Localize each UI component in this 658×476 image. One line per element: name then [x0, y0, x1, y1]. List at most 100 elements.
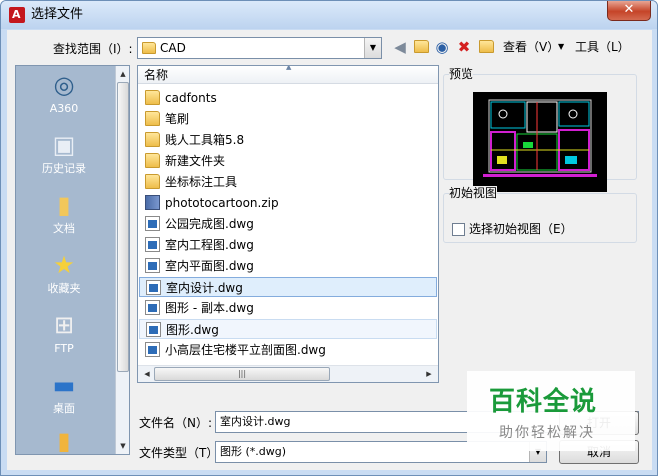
watermark-logo: 百科全说 助你轻松解决: [467, 371, 635, 451]
app-icon-letter: A: [12, 8, 21, 21]
file-name: 小高层住宅楼平立剖面图.dwg: [165, 343, 326, 357]
place-label: 收藏夹: [47, 282, 81, 295]
folder-icon: ▮: [57, 427, 71, 455]
place-label: 文档: [53, 222, 75, 235]
place-a360[interactable]: ◎ A360: [16, 68, 112, 124]
dwg-file-icon: [146, 280, 161, 295]
a360-icon: ◎: [53, 71, 75, 99]
column-name-label: 名称: [144, 68, 169, 82]
title-bar[interactable]: A 选择文件 ✕: [1, 1, 657, 29]
file-name: 室内平面图.dwg: [165, 259, 254, 273]
scroll-right-icon[interactable]: ▶: [422, 367, 436, 381]
new-folder-icon[interactable]: [477, 38, 495, 56]
close-icon: ✕: [623, 2, 635, 17]
file-list-item[interactable]: 室内平面图.dwg: [139, 256, 437, 276]
dwg-file-icon: [145, 237, 160, 252]
file-name: 贱人工具箱5.8: [165, 133, 245, 147]
lookin-label: 查找范围（I）:: [53, 42, 133, 56]
file-list-item[interactable]: 贱人工具箱5.8: [139, 130, 437, 150]
initial-view-checkbox-label[interactable]: 选择初始视图（E）: [469, 222, 573, 236]
search-web-icon[interactable]: ◉: [433, 38, 451, 56]
file-list-item[interactable]: phototocartoon.zip: [139, 193, 437, 213]
place-documents[interactable]: ▮ 文档: [16, 188, 112, 244]
file-list-item[interactable]: 新建文件夹: [139, 151, 437, 171]
file-list-item[interactable]: 室内设计.dwg: [139, 277, 437, 297]
window-title: 选择文件: [31, 7, 84, 22]
file-list: ▲ 名称 cadfonts 笔刷贱人工具箱5.8 新建文件夹坐标标注工具 photot…: [137, 65, 439, 383]
place-ftp[interactable]: ⊞ FTP: [16, 308, 112, 364]
dwg-file-icon: [145, 258, 160, 273]
desktop-icon: ▬: [52, 371, 76, 399]
file-dialog-window: A 选择文件 ✕ 查找范围（I）: CAD ▼ ◀ ◉ ✖ 查看（V） ▼ 工具…: [0, 0, 658, 476]
lookin-combobox[interactable]: CAD ▼: [137, 37, 382, 59]
place-label: A360: [49, 102, 79, 115]
dwg-file-icon: [145, 342, 160, 357]
sidebar-scroll-thumb[interactable]: [117, 82, 129, 372]
delete-icon[interactable]: ✖: [455, 38, 473, 56]
autocad-app-icon: A: [9, 7, 25, 23]
folder-icon: [145, 90, 160, 105]
back-icon[interactable]: ◀: [391, 38, 409, 56]
favorites-icon: ★: [53, 251, 75, 279]
scroll-down-icon[interactable]: ▼: [116, 439, 129, 453]
sort-ascending-icon: ▲: [286, 65, 292, 71]
file-list-item[interactable]: 图形 - 副本.dwg: [139, 298, 437, 318]
scroll-up-icon[interactable]: ▲: [116, 67, 129, 81]
horizontal-scrollbar[interactable]: ◀ ||| ▶: [138, 365, 438, 382]
floorplan-thumbnail: [473, 92, 607, 192]
views-menu[interactable]: 查看（V）: [503, 40, 559, 54]
initial-view-checkbox[interactable]: [452, 223, 465, 236]
filetype-label: 文件类型（T）:: [139, 446, 223, 460]
file-list-item[interactable]: cadfonts: [139, 88, 437, 108]
file-name: 笔刷: [165, 112, 190, 126]
watermark-main-text: 百科全说: [489, 387, 598, 417]
file-list-item[interactable]: 公园完成图.dwg: [139, 214, 437, 234]
place-label: FTP: [54, 342, 74, 355]
place-history[interactable]: ▣ 历史记录: [16, 128, 112, 184]
history-icon: ▣: [52, 131, 76, 159]
file-name: 室内设计.dwg: [166, 281, 243, 295]
chevron-down-icon[interactable]: ▼: [364, 38, 381, 58]
ftp-icon: ⊞: [53, 311, 75, 339]
place-desktop[interactable]: ▬ 桌面: [16, 368, 112, 424]
file-name: 图形.dwg: [166, 323, 219, 337]
zip-file-icon: [145, 195, 160, 210]
dwg-file-icon: [145, 216, 160, 231]
file-name: phototocartoon.zip: [165, 196, 279, 210]
watermark-sub-text: 助你轻松解决: [499, 425, 595, 441]
filetype-value: 图形 (*.dwg): [220, 445, 287, 458]
scroll-left-icon[interactable]: ◀: [140, 367, 154, 381]
folder-icon: [145, 111, 160, 126]
close-button[interactable]: ✕: [607, 1, 651, 21]
file-name: 图形 - 副本.dwg: [165, 301, 254, 315]
file-name: cadfonts: [165, 91, 217, 105]
up-folder-icon[interactable]: [412, 38, 430, 56]
places-sidebar: ◎ A360 ▣ 历史记录 ▮ 文档 ★ 收藏夹 ⊞ FTP ▬ 桌面 ▮ ▲ …: [15, 65, 130, 455]
tools-menu[interactable]: 工具（L）: [575, 40, 630, 54]
preview-label: 预览: [449, 67, 474, 81]
file-list-item[interactable]: 笔刷: [139, 109, 437, 129]
place-favorites[interactable]: ★ 收藏夹: [16, 248, 112, 304]
folder-icon: [145, 153, 160, 168]
folder-icon: [145, 174, 160, 189]
horizontal-scroll-thumb[interactable]: |||: [154, 367, 330, 381]
filename-value: 室内设计.dwg: [220, 415, 291, 428]
file-name: 新建文件夹: [165, 154, 226, 168]
place-folder[interactable]: ▮: [16, 424, 112, 455]
file-list-item[interactable]: 坐标标注工具: [139, 172, 437, 192]
file-list-item[interactable]: 室内工程图.dwg: [139, 235, 437, 255]
filename-label: 文件名（N）:: [139, 416, 213, 430]
file-list-item[interactable]: 图形.dwg: [139, 319, 437, 339]
file-name: 坐标标注工具: [165, 175, 238, 189]
sidebar-scrollbar[interactable]: ▲ ▼: [115, 66, 129, 454]
folder-icon: [145, 132, 160, 147]
column-header-name[interactable]: ▲ 名称: [138, 66, 438, 84]
lookin-value: CAD: [160, 41, 186, 55]
initial-view-label: 初始视图: [449, 186, 498, 200]
preview-image: [473, 92, 607, 192]
dwg-file-icon: [146, 322, 161, 337]
file-name: 公园完成图.dwg: [165, 217, 254, 231]
file-list-item[interactable]: 小高层住宅楼平立剖面图.dwg: [139, 340, 437, 360]
dwg-file-icon: [145, 300, 160, 315]
views-dropdown-icon[interactable]: ▼: [558, 40, 564, 54]
